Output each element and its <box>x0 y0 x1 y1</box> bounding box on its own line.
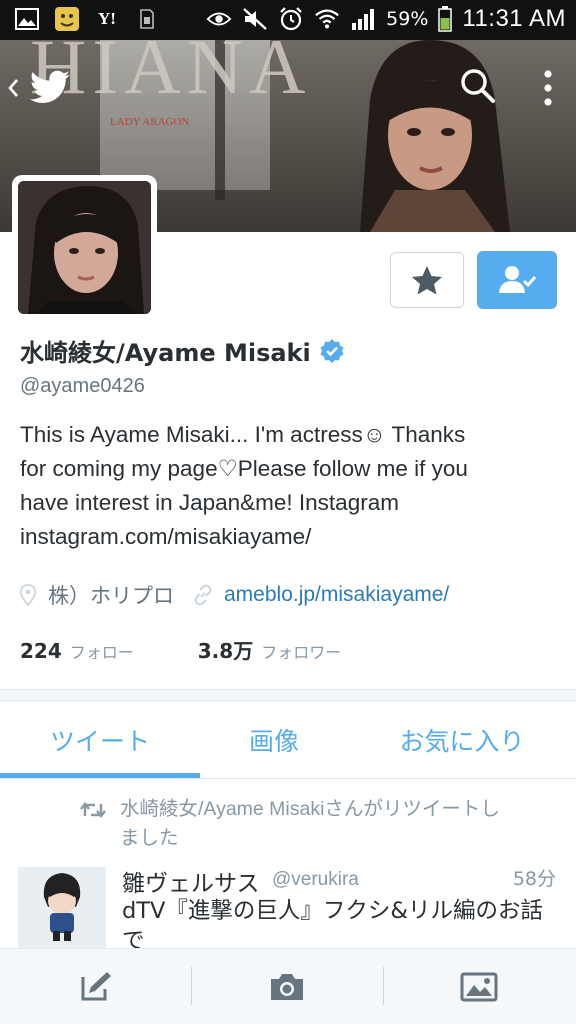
tweet-author-handle: @verukira <box>272 869 359 890</box>
user-handle: @ayame0426 <box>20 375 145 397</box>
compose-icon <box>81 972 111 1001</box>
profile-tabs: ツイート 画像 お気に入り <box>0 701 576 779</box>
section-divider <box>0 689 576 701</box>
search-icon <box>461 69 495 103</box>
display-name: 水崎綾女/Ayame Misaki <box>20 339 311 367</box>
location-text: 株）ホリプロ <box>48 584 174 608</box>
more-icon <box>544 70 552 106</box>
retweet-text-line: 水崎綾女/Ayame Misakiさんがリツイートし <box>120 798 500 820</box>
retweet-text-line: ました <box>120 827 179 849</box>
more-options-button[interactable] <box>535 66 561 110</box>
tweet-header: 雛ヴェルサス @verukira 58分 <box>122 864 562 897</box>
wifi-icon <box>314 6 340 32</box>
following-count: 224 <box>20 639 62 663</box>
battery-percent: 59% <box>386 8 429 30</box>
banner-nav-bar <box>0 40 576 130</box>
bio-line: for coming my page♡Please follow me if y… <box>20 456 468 481</box>
tab-tweets[interactable]: ツイート <box>0 701 200 779</box>
image-icon <box>460 972 498 1002</box>
camera-button[interactable] <box>192 949 382 1024</box>
verified-badge-icon <box>320 338 344 363</box>
following-check-icon <box>499 266 537 293</box>
tweet-author-avatar[interactable] <box>18 867 106 949</box>
profile-bio: This is Ayame Misaki... I'm actress☺ Tha… <box>20 418 560 554</box>
location-pin-icon <box>20 584 36 606</box>
bottom-action-bar <box>0 948 576 1024</box>
profile-url-link[interactable]: ameblo.jp/misakiayame/ <box>192 583 449 607</box>
location: 株）ホリプロ <box>20 580 174 610</box>
followers-stat[interactable]: 3.8万 フォロワー <box>198 635 341 664</box>
yahoo-icon: Y! <box>98 9 116 28</box>
following-label: フォロー <box>69 643 134 662</box>
following-button[interactable] <box>477 251 557 309</box>
star-icon <box>412 266 442 295</box>
retweet-context: 水崎綾女/Ayame Misakiさんがリツイートし ました <box>80 795 560 853</box>
search-button[interactable] <box>458 66 498 106</box>
link-icon <box>194 584 212 606</box>
image-button[interactable] <box>384 949 574 1024</box>
avatar-image <box>18 181 151 314</box>
sim-icon <box>134 6 160 32</box>
mute-icon <box>242 6 268 32</box>
twitter-bird-icon <box>30 70 70 103</box>
camera-icon <box>271 974 303 1000</box>
retweet-icon <box>80 802 106 818</box>
app-notification-icon <box>54 6 80 32</box>
bio-line: This is Ayame Misaki... I'm actress☺ Tha… <box>20 422 466 447</box>
active-tab-indicator <box>0 773 200 778</box>
favorite-button[interactable] <box>390 252 464 308</box>
tweet-timestamp: 58分 <box>512 868 556 890</box>
profile-meta: 株）ホリプロ ameblo.jp/misakiayame/ <box>20 580 449 610</box>
followers-count: 3.8万 <box>197 639 254 663</box>
status-bar: Y! 59% 11:31 AM <box>0 0 576 40</box>
battery-icon <box>438 6 453 32</box>
eye-icon <box>206 6 232 32</box>
tweet-text[interactable]: dTV『進撃の巨人』フクシ&リル編のお話で <box>122 896 562 948</box>
tweet-author-name[interactable]: 雛ヴェルサス <box>122 864 260 898</box>
back-button[interactable] <box>6 68 76 108</box>
profile-avatar[interactable] <box>12 175 157 320</box>
compose-tweet-button[interactable] <box>0 949 190 1024</box>
following-stat[interactable]: 224 フォロー <box>20 639 134 663</box>
profile-stats: 224 フォロー 3.8万 フォロワー <box>20 635 341 664</box>
bio-line: have interest in Japan&me! Instagram <box>20 490 399 515</box>
retweet-text: 水崎綾女/Ayame Misakiさんがリツイートし ました <box>120 795 500 853</box>
alarm-icon <box>278 6 304 32</box>
followers-label: フォロワー <box>261 643 342 662</box>
bio-line: instagram.com/misakiayame/ <box>20 524 312 549</box>
tab-favorites[interactable]: お気に入り <box>348 701 576 779</box>
clock: 11:31 AM <box>462 5 566 32</box>
gallery-icon <box>14 6 40 32</box>
back-icon <box>8 79 18 97</box>
signal-icon <box>350 6 376 32</box>
profile-url-text: ameblo.jp/misakiayame/ <box>224 583 450 606</box>
name-row: 水崎綾女/Ayame Misaki <box>20 333 345 368</box>
tab-images[interactable]: 画像 <box>200 701 348 779</box>
